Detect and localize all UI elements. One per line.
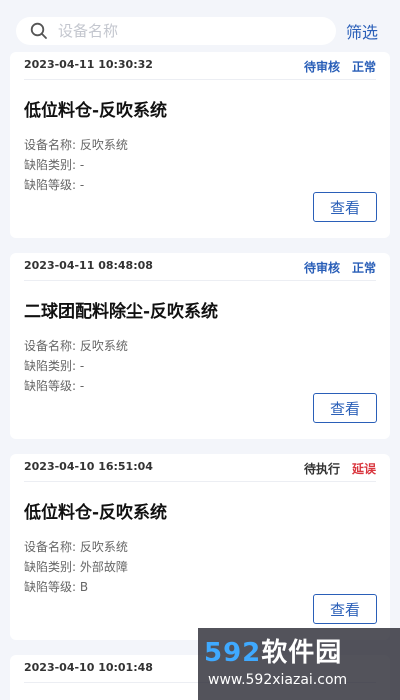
category-field: 缺陷类别: -: [24, 359, 85, 373]
category-field: 缺陷类别: -: [24, 158, 85, 172]
review-status: 待审核: [303, 60, 340, 74]
defect-card: 2023-04-10 16:51:04 待执行 延误 低位料仓-反吹系统 设备名称…: [10, 454, 390, 640]
review-status: 待审核: [303, 261, 340, 275]
timeliness-status: 正常: [351, 60, 376, 74]
card-status: 待执行 延误: [304, 460, 376, 477]
card-status: 待审核 正常: [304, 58, 376, 75]
card-timestamp: 2023-04-10 10:01:48: [24, 661, 153, 674]
search-input[interactable]: [58, 22, 298, 40]
card-header: 2023-04-11 08:48:08 待审核 正常: [24, 253, 376, 281]
card-fields: 设备名称: 反吹系统 缺陷类别: - 缺陷等级: -: [24, 135, 376, 195]
watermark-logo: 592软件园: [204, 638, 343, 668]
search-box[interactable]: [16, 17, 336, 45]
top-bar: 筛选: [0, 0, 400, 52]
card-fields: 设备名称: 反吹系统 缺陷类别: 外部故障 缺陷等级: B: [24, 537, 376, 597]
card-timestamp: 2023-04-11 10:30:32: [24, 58, 153, 71]
view-button[interactable]: 查看: [313, 192, 377, 222]
device-field: 设备名称: 反吹系统: [24, 540, 128, 554]
filter-button[interactable]: 筛选: [346, 19, 378, 43]
defect-card: 2023-04-11 08:48:08 待审核 正常 二球团配料除尘-反吹系统 设…: [10, 253, 390, 439]
card-title: 二球团配料除尘-反吹系统: [24, 302, 219, 322]
card-status: 待审核 正常: [304, 259, 376, 276]
view-button[interactable]: 查看: [313, 594, 377, 624]
card-timestamp: 2023-04-11 08:48:08: [24, 259, 153, 272]
watermark-url: www.592xiazai.com: [208, 672, 348, 688]
review-status: 待执行: [303, 462, 340, 476]
watermark: 592软件园 www.592xiazai.com: [198, 628, 400, 700]
card-timestamp: 2023-04-10 16:51:04: [24, 460, 153, 473]
card-fields: 设备名称: 反吹系统 缺陷类别: - 缺陷等级: -: [24, 336, 376, 396]
defect-card: 2023-04-11 10:30:32 待审核 正常 低位料仓-反吹系统 设备名称…: [10, 52, 390, 238]
card-header: 2023-04-11 10:30:32 待审核 正常: [24, 52, 376, 80]
device-field: 设备名称: 反吹系统: [24, 339, 128, 353]
card-title: 低位料仓-反吹系统: [24, 101, 168, 121]
timeliness-status: 正常: [351, 261, 376, 275]
search-icon: [30, 22, 47, 39]
view-button[interactable]: 查看: [313, 393, 377, 423]
category-field: 缺陷类别: 外部故障: [24, 560, 128, 574]
card-title: 低位料仓-反吹系统: [24, 503, 168, 523]
card-header: 2023-04-10 16:51:04 待执行 延误: [24, 454, 376, 482]
timeliness-status: 延误: [351, 462, 376, 476]
device-field: 设备名称: 反吹系统: [24, 138, 128, 152]
